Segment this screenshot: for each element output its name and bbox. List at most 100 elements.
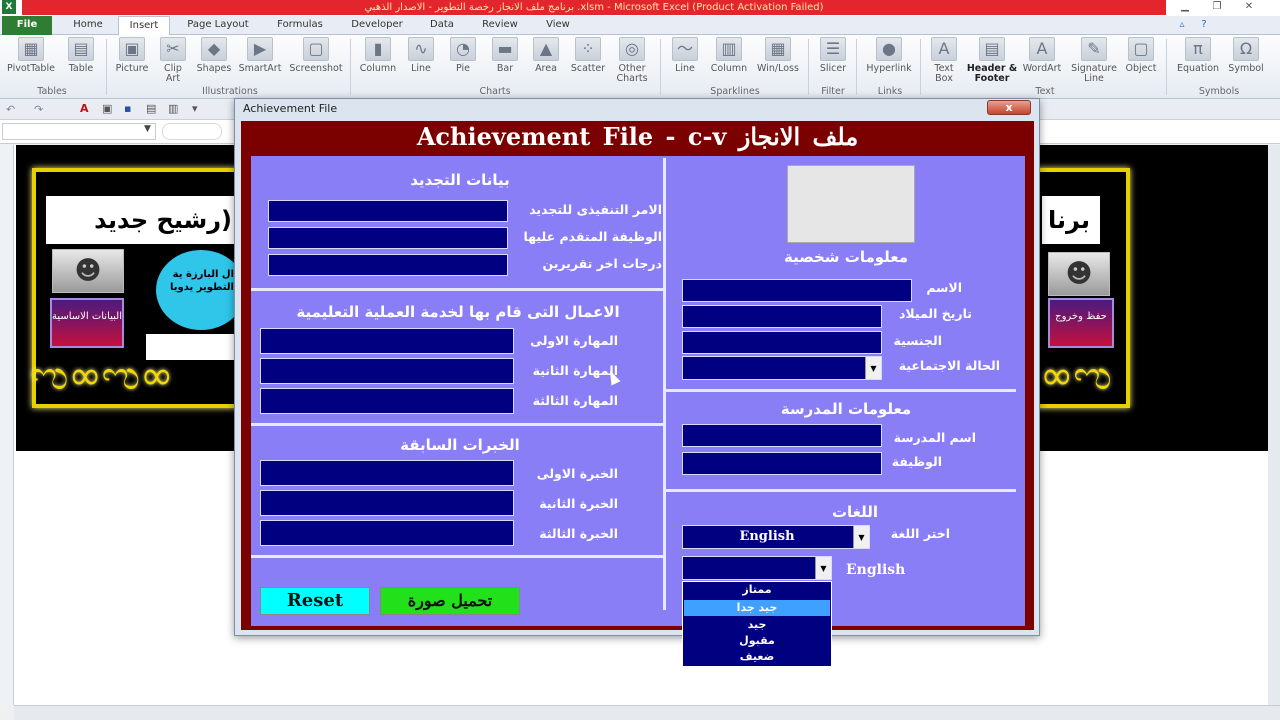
bar-chart-button[interactable]: ▬ Bar [488, 37, 522, 85]
sparkline-column-button[interactable]: ▥ Column [706, 37, 752, 85]
renewal-order-field[interactable] [268, 200, 508, 222]
formula-input[interactable] [162, 123, 222, 140]
shapes-button[interactable]: ◆ Shapes [194, 37, 234, 85]
last-reports-field[interactable] [268, 254, 508, 276]
header-footer-button[interactable]: ▤ Header & Footer [966, 37, 1018, 85]
sparkline-line-button[interactable]: 〜 Line [666, 37, 704, 85]
nationality-field[interactable] [682, 331, 882, 354]
clip-art-button[interactable]: ✂ Clip Art [156, 37, 190, 85]
language-combo[interactable]: English ▼ [682, 525, 870, 549]
restore-icon[interactable]: ❐ [1206, 0, 1228, 14]
minimize-icon[interactable]: ▁ [1174, 0, 1196, 14]
school-job-field[interactable] [682, 452, 882, 475]
tab-page-layout[interactable]: Page Layout [176, 16, 260, 35]
banner-title-left: رشيح جديد) [46, 196, 236, 244]
language-level-combo[interactable]: ▼ [682, 556, 832, 580]
reset-button[interactable]: Reset [260, 587, 370, 615]
basic-data-button[interactable]: البيانات الاساسية [50, 298, 124, 348]
name-box[interactable] [2, 123, 156, 140]
format-icon[interactable]: ▣ [102, 102, 112, 115]
school-job-label: الوظيفة [891, 454, 942, 469]
tab-data[interactable]: Data [420, 16, 464, 35]
sparkline-winloss-button[interactable]: ▦ Win/Loss [754, 37, 802, 85]
level-option[interactable]: ضعيف [684, 649, 830, 665]
chevron-down-icon[interactable]: ▼ [853, 526, 869, 548]
object-button[interactable]: ▢ Object [1122, 37, 1160, 85]
excel-app-icon: X [2, 0, 16, 14]
level-option[interactable]: ممتاز [684, 582, 830, 598]
tab-file[interactable]: File [2, 16, 52, 35]
header-footer-icon: ▤ [979, 37, 1005, 61]
smartart-label: SmartArt [238, 63, 282, 74]
renewal-title: بيانات التجديد [410, 171, 510, 189]
tab-home[interactable]: Home [62, 16, 114, 35]
undo-icon[interactable]: ↶ [6, 103, 15, 116]
marital-status-combo[interactable]: ▼ [682, 356, 882, 380]
vertical-scrollbar[interactable] [1268, 145, 1280, 705]
picture-icon: ▣ [119, 37, 145, 61]
column-chart-button[interactable]: ▮ Column [356, 37, 400, 85]
tab-view[interactable]: View [534, 16, 582, 35]
preview-icon[interactable]: ▥ [168, 102, 178, 115]
line-chart-button[interactable]: ∿ Line [404, 37, 438, 85]
group-separator [660, 39, 661, 95]
save-icon[interactable]: ▪ [124, 102, 131, 115]
experience-1-field[interactable] [260, 460, 514, 486]
screenshot-button[interactable]: ▢ Screenshot [286, 37, 346, 85]
area-chart-button[interactable]: ▲ Area [528, 37, 564, 85]
print-icon[interactable]: ▤ [146, 102, 156, 115]
redo-icon[interactable]: ↷ [34, 103, 43, 116]
ribbon-collapse-icon[interactable]: ▵ [1172, 16, 1192, 35]
experience-2-field[interactable] [260, 490, 514, 516]
close-window-icon[interactable]: ✕ [1238, 0, 1260, 14]
level-option[interactable]: جيد [684, 617, 830, 633]
birthdate-field[interactable] [682, 305, 882, 328]
pie-chart-button[interactable]: ◔ Pie [446, 37, 480, 85]
skill-2-field[interactable] [260, 358, 514, 384]
renewal-order-label: الامر التنفيذى للتجديد [529, 202, 662, 217]
clip-art-icon: ✂ [160, 37, 186, 61]
hyperlink-button[interactable]: ● Hyperlink [862, 37, 916, 85]
save-exit-button[interactable]: حفظ وخروج [1048, 298, 1114, 348]
name-box-dropdown-icon[interactable]: ▼ [144, 124, 151, 134]
text-box-button[interactable]: A Text Box [926, 37, 962, 85]
tab-review[interactable]: Review [472, 16, 528, 35]
level-option[interactable]: مقبول [684, 633, 830, 649]
symbol-button[interactable]: Ω Symbol [1226, 37, 1266, 85]
screenshot-icon: ▢ [303, 37, 329, 61]
horizontal-scrollbar[interactable] [14, 705, 1280, 720]
chevron-down-icon[interactable]: ▼ [865, 357, 881, 379]
tab-insert[interactable]: Insert [118, 16, 170, 35]
picture-button[interactable]: ▣ Picture [112, 37, 152, 85]
customize-qat-icon[interactable]: ▾ [192, 102, 198, 115]
wordart-button[interactable]: A WordArt [1018, 37, 1066, 85]
skill-3-field[interactable] [260, 388, 514, 414]
level-option-highlighted[interactable]: جيد جدا [684, 600, 830, 616]
skill-1-field[interactable] [260, 328, 514, 354]
upload-photo-button[interactable]: تحميل صورة [380, 587, 520, 615]
dialog-close-button[interactable]: x [987, 100, 1031, 115]
pivottable-button[interactable]: ▦ PivotTable [4, 37, 58, 85]
slicer-button[interactable]: ☰ Slicer [814, 37, 852, 85]
equation-button[interactable]: π Equation [1170, 37, 1226, 85]
area-chart-icon: ▲ [533, 37, 559, 61]
chevron-down-icon[interactable]: ▼ [815, 557, 831, 579]
line-chart-label: Line [411, 63, 431, 74]
experience-3-field[interactable] [260, 520, 514, 546]
name-field[interactable] [682, 279, 912, 302]
scatter-chart-button[interactable]: ⁘ Scatter [568, 37, 608, 85]
other-charts-button[interactable]: ◎ Other Charts [610, 37, 654, 85]
table-button[interactable]: ▤ Table [62, 37, 100, 85]
school-name-field[interactable] [682, 424, 882, 447]
font-color-icon[interactable]: A [80, 102, 89, 115]
school-name-label: اسم المدرسة [893, 430, 976, 445]
signature-line-button[interactable]: ✎ Signature Line [1068, 37, 1120, 85]
tab-formulas[interactable]: Formulas [266, 16, 334, 35]
group-separator [1166, 39, 1167, 95]
smartart-button[interactable]: ▶ SmartArt [236, 37, 284, 85]
row-header-strip [0, 145, 14, 705]
tab-developer[interactable]: Developer [340, 16, 414, 35]
help-icon[interactable]: ? [1194, 16, 1214, 35]
applied-job-field[interactable] [268, 227, 508, 249]
object-label: Object [1125, 63, 1157, 74]
